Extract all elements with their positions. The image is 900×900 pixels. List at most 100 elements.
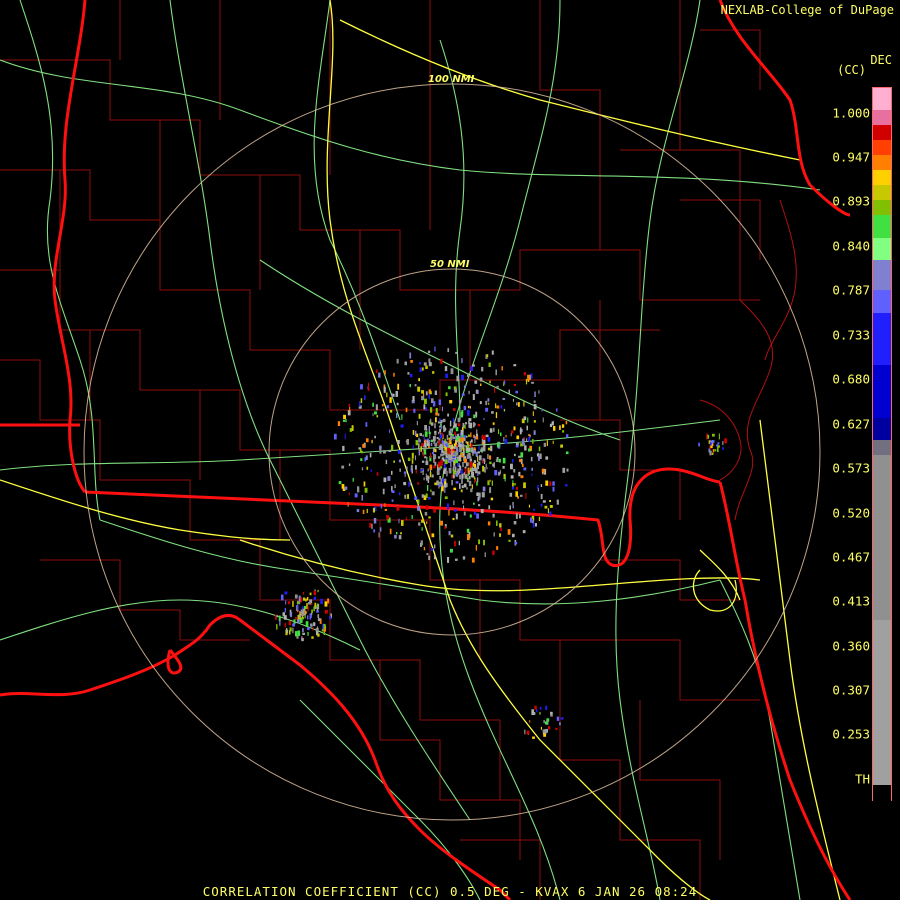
radar-return bbox=[451, 480, 453, 486]
radar-return bbox=[425, 493, 428, 498]
radar-return bbox=[391, 490, 395, 493]
radar-return bbox=[548, 726, 551, 730]
radar-return bbox=[712, 449, 715, 453]
radar-return bbox=[389, 397, 392, 403]
radar-return bbox=[341, 465, 345, 469]
radar-return bbox=[383, 477, 387, 483]
radar-return bbox=[469, 422, 473, 428]
radar-return bbox=[473, 414, 476, 419]
radar-return bbox=[457, 417, 461, 423]
radar-return bbox=[512, 459, 514, 463]
radar-return bbox=[423, 547, 426, 551]
radar-return bbox=[518, 471, 521, 477]
colorbar-label: 0.360 bbox=[832, 638, 870, 654]
radar-return bbox=[507, 529, 511, 535]
radar-return bbox=[515, 390, 518, 394]
radar-return bbox=[480, 383, 482, 386]
radar-return bbox=[513, 469, 516, 473]
radar-return bbox=[448, 509, 450, 516]
radar-return bbox=[480, 509, 484, 514]
radar-return bbox=[438, 461, 441, 468]
radar-return bbox=[429, 452, 432, 458]
radar-return bbox=[386, 392, 388, 398]
radar-return bbox=[709, 450, 712, 456]
radar-return bbox=[409, 384, 411, 388]
radar-return bbox=[407, 372, 410, 375]
radar-return bbox=[496, 546, 499, 550]
radar-return bbox=[427, 485, 429, 491]
radar-return bbox=[533, 420, 536, 423]
radar-return bbox=[424, 456, 427, 459]
radar-return bbox=[416, 421, 418, 426]
radar-return bbox=[539, 707, 542, 710]
radar-return bbox=[461, 358, 463, 364]
radar-return bbox=[482, 465, 484, 472]
radar-return bbox=[455, 481, 459, 484]
radar-return bbox=[552, 481, 555, 486]
radar-return bbox=[552, 486, 555, 492]
radar-return bbox=[452, 417, 455, 423]
radar-return bbox=[456, 375, 460, 382]
radar-return bbox=[311, 602, 313, 606]
radar-return bbox=[526, 425, 528, 431]
radar-return bbox=[463, 405, 467, 411]
radar-return bbox=[470, 471, 473, 478]
radar-return bbox=[431, 533, 435, 538]
radar-return bbox=[536, 709, 538, 713]
radar-return bbox=[556, 716, 560, 721]
radar-return bbox=[542, 500, 546, 503]
radar-return bbox=[466, 528, 470, 533]
radar-return bbox=[455, 437, 459, 441]
radar-return bbox=[471, 484, 473, 490]
radar-return bbox=[509, 492, 513, 497]
radar-return bbox=[511, 430, 514, 434]
colorbar-label: 0.680 bbox=[832, 371, 870, 387]
radar-return bbox=[411, 515, 413, 519]
radar-return bbox=[470, 488, 473, 493]
range-ring-label-50: 50 NMI bbox=[430, 259, 470, 270]
radar-return bbox=[460, 489, 463, 493]
radar-return bbox=[545, 456, 549, 460]
radar-return bbox=[491, 350, 494, 355]
radar-return bbox=[459, 433, 462, 438]
radar-return bbox=[298, 595, 301, 602]
radar-return bbox=[489, 479, 491, 482]
radar-return bbox=[429, 418, 432, 422]
radar-return bbox=[442, 418, 446, 423]
radar-return bbox=[556, 408, 558, 412]
radar-return bbox=[449, 420, 452, 427]
radar-return bbox=[514, 542, 518, 545]
radar-return bbox=[297, 619, 300, 624]
radar-return bbox=[461, 485, 464, 489]
radar-return bbox=[423, 362, 427, 366]
radar-return bbox=[437, 440, 439, 444]
radar-return bbox=[311, 609, 313, 613]
radar-return bbox=[460, 470, 463, 474]
radar-return bbox=[448, 430, 451, 436]
radar-return bbox=[477, 464, 479, 470]
radar-return bbox=[462, 500, 464, 504]
radar-return bbox=[476, 436, 479, 440]
radar-return bbox=[504, 439, 508, 445]
radar-return bbox=[429, 464, 433, 470]
radar-return bbox=[359, 401, 361, 407]
colorbar-band bbox=[873, 215, 891, 240]
radar-return bbox=[421, 395, 425, 401]
radar-return bbox=[489, 428, 493, 433]
radar-return bbox=[516, 435, 520, 440]
radar-return bbox=[454, 558, 458, 561]
radar-return bbox=[431, 491, 435, 496]
radar-return bbox=[292, 623, 295, 627]
radar-return bbox=[526, 730, 530, 735]
colorbar-band bbox=[873, 88, 891, 112]
radar-return bbox=[454, 509, 457, 512]
radar-return bbox=[439, 434, 443, 439]
radar-return bbox=[282, 612, 285, 617]
radar-return bbox=[471, 447, 474, 453]
radar-return bbox=[383, 450, 386, 454]
radar-return bbox=[434, 423, 436, 429]
radar-return bbox=[284, 607, 286, 613]
radar-return bbox=[338, 481, 342, 485]
radar-return bbox=[425, 391, 428, 396]
radar-return bbox=[409, 481, 412, 486]
